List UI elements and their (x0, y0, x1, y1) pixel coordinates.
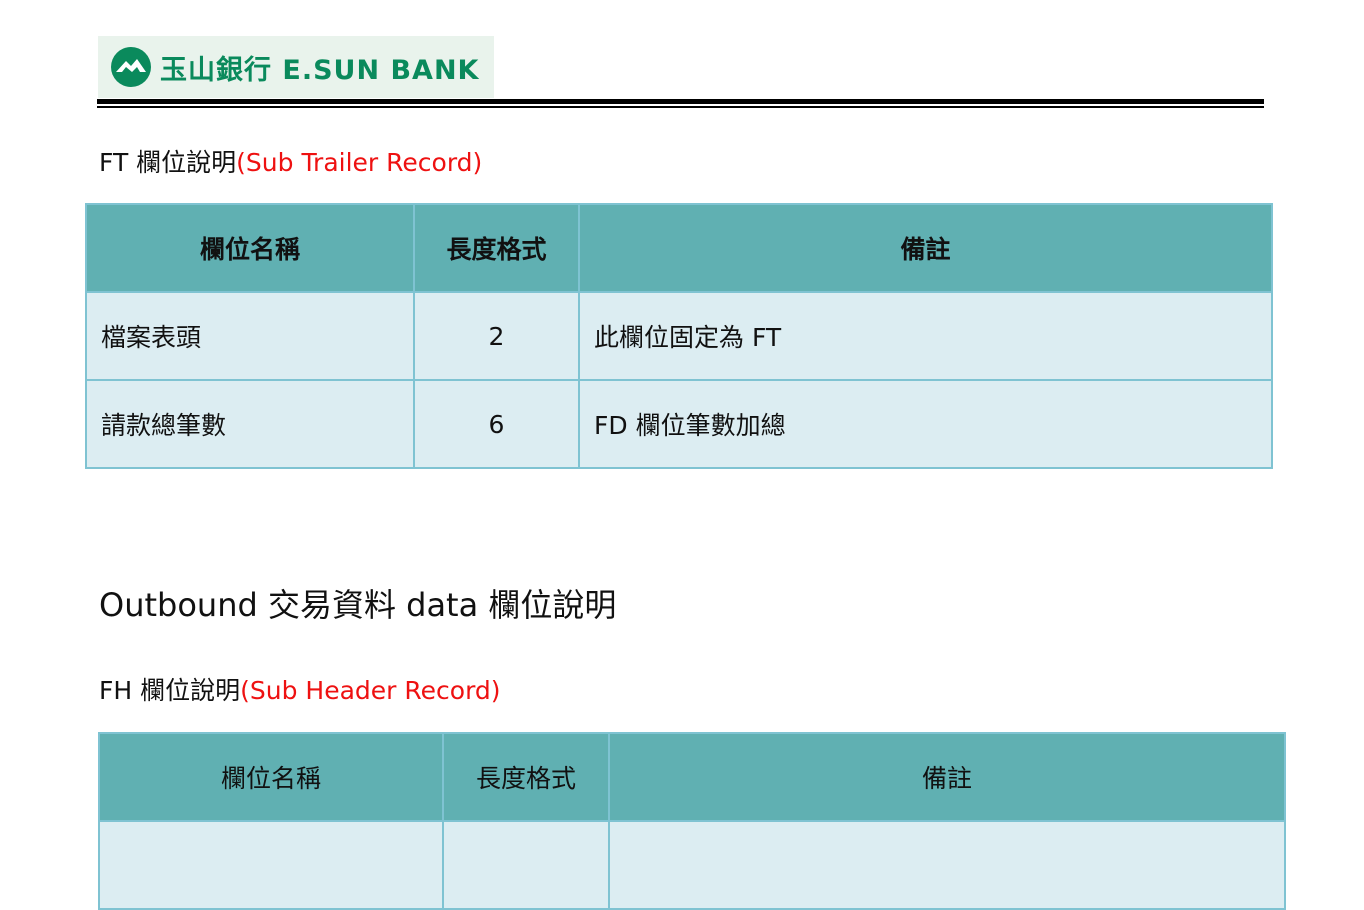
column-header-field-name: 欄位名稱 (85, 203, 415, 293)
column-header-length: 長度格式 (442, 732, 610, 822)
cell-note (608, 820, 1286, 910)
cell-length: 2 (413, 291, 580, 381)
cell-note: 此欄位固定為 FT (578, 291, 1273, 381)
column-header-note: 備註 (578, 203, 1273, 293)
cell-length: 6 (413, 379, 580, 469)
fh-title-prefix: FH 欄位說明 (99, 676, 241, 705)
table-row: 請款總筆數 6 FD 欄位筆數加總 (85, 379, 1273, 469)
table-row: 檔案表頭 2 此欄位固定為 FT (85, 291, 1273, 381)
table-header-row: 欄位名稱 長度格式 備註 (98, 732, 1286, 822)
outbound-heading: Outbound 交易資料 data 欄位說明 (99, 586, 617, 624)
logo-text: 玉山銀行 E.SUN BANK (160, 54, 480, 86)
fh-section-title: FH 欄位說明(Sub Header Record) (99, 671, 501, 707)
mountain-logo-icon (111, 47, 151, 87)
column-header-field-name: 欄位名稱 (98, 732, 444, 822)
cell-note: FD 欄位筆數加總 (578, 379, 1273, 469)
fh-field-table: 欄位名稱 長度格式 備註 (98, 732, 1286, 910)
cell-field-name: 檔案表頭 (85, 291, 415, 381)
table-row (98, 820, 1286, 910)
ft-section-title: FT 欄位說明(Sub Trailer Record) (99, 143, 482, 179)
cell-field-name: 請款總筆數 (85, 379, 415, 469)
table-header-row: 欄位名稱 長度格式 備註 (85, 203, 1273, 293)
column-header-length: 長度格式 (413, 203, 580, 293)
column-header-note: 備註 (608, 732, 1286, 822)
ft-title-prefix: FT 欄位說明 (99, 148, 237, 177)
ft-field-table: 欄位名稱 長度格式 備註 檔案表頭 2 此欄位固定為 FT 請款總筆數 6 FD… (85, 203, 1273, 469)
cell-length (442, 820, 610, 910)
header-rule-thin (97, 106, 1264, 108)
esun-bank-logo: 玉山銀行 E.SUN BANK (98, 36, 494, 98)
ft-title-suffix: (Sub Trailer Record) (236, 148, 483, 177)
fh-title-suffix: (Sub Header Record) (240, 676, 501, 705)
cell-field-name (98, 820, 444, 910)
header-rule-thick (97, 99, 1264, 104)
